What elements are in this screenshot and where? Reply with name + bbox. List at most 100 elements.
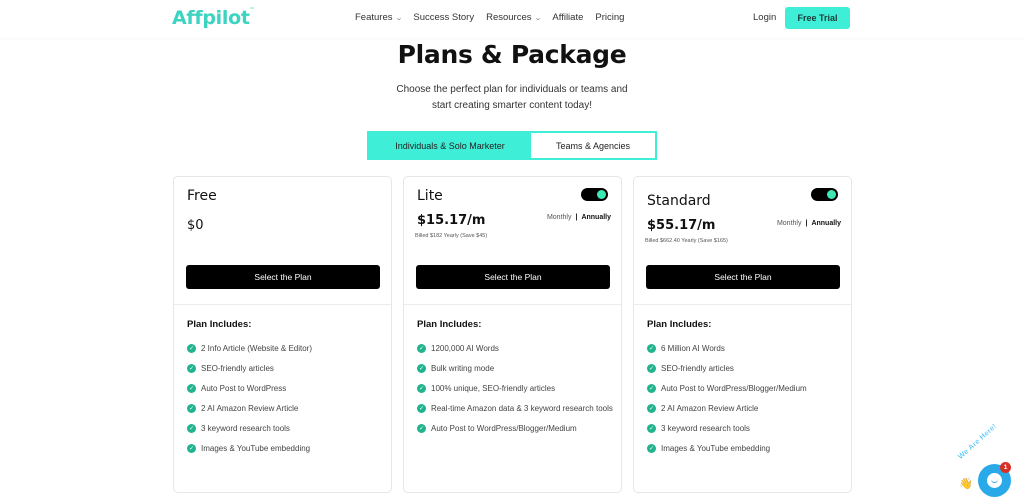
nav-item-features[interactable]: Features ⌄ [355, 12, 403, 23]
check-circle-icon: ✓ [187, 424, 196, 433]
period-separator: | [575, 214, 578, 221]
feature-item: ✓ Auto Post to WordPress [187, 382, 387, 395]
check-circle-icon: ✓ [187, 344, 196, 353]
feature-text: 100% unique, SEO-friendly articles [431, 384, 556, 393]
chevron-down-icon: ⌄ [394, 14, 403, 22]
billing-period: Monthly | Annually [777, 220, 841, 227]
nav-label: Pricing [595, 12, 625, 23]
plan-name: Free [187, 188, 217, 204]
plan-includes-title: Plan Includes: [187, 319, 252, 330]
trademark-mark: ™ [249, 7, 255, 13]
billing-toggle[interactable] [811, 188, 838, 201]
feature-item: ✓ SEO-friendly articles [187, 362, 387, 375]
check-circle-icon: ✓ [647, 404, 656, 413]
plan-price: $15.17/m [417, 213, 486, 228]
subtitle-line: start creating smarter content today! [431, 100, 593, 111]
period-annually[interactable]: Annually [811, 220, 841, 227]
feature-text: Auto Post to WordPress/Blogger/Medium [431, 424, 577, 433]
tab-teams[interactable]: Teams & Agencies [531, 133, 655, 158]
feature-text: 2 AI Amazon Review Article [201, 404, 299, 413]
feature-item: ✓ 2 AI Amazon Review Article [187, 402, 387, 415]
select-plan-button[interactable]: Select the Plan [646, 265, 840, 289]
nav-item-affiliate[interactable]: Affiliate [552, 12, 583, 23]
feature-item: ✓ Real-time Amazon data & 3 keyword resea… [417, 402, 617, 415]
plan-card-free: Free $0 Select the Plan Plan Includes: ✓… [173, 176, 392, 493]
chat-bubble-icon [987, 473, 1002, 488]
toggle-knob [597, 190, 606, 199]
select-plan-button[interactable]: Select the Plan [416, 265, 610, 289]
feature-text: Auto Post to WordPress/Blogger/Medium [661, 384, 807, 393]
plan-price: $55.17/m [647, 218, 716, 233]
free-trial-button[interactable]: Free Trial [785, 7, 850, 29]
feature-text: SEO-friendly articles [661, 364, 734, 373]
feature-item: ✓ 3 keyword research tools [647, 422, 847, 435]
select-plan-button[interactable]: Select the Plan [186, 265, 380, 289]
plan-card-standard: Standard $55.17/m Monthly | Annually Bil… [633, 176, 852, 493]
feature-text: 3 keyword research tools [201, 424, 290, 433]
nav-item-pricing[interactable]: Pricing [595, 12, 624, 23]
check-circle-icon: ✓ [417, 344, 426, 353]
toggle-knob [827, 190, 836, 199]
billing-note: Billed $182 Yearly (Save $45) [415, 233, 488, 239]
feature-text: 3 keyword research tools [661, 424, 750, 433]
nav-label: Success Story [413, 12, 475, 23]
feature-item: ✓ 3 keyword research tools [187, 422, 387, 435]
plan-includes-title: Plan Includes: [647, 319, 712, 330]
feature-item: ✓ SEO-friendly articles [647, 362, 847, 375]
period-monthly[interactable]: Monthly [547, 214, 572, 221]
check-circle-icon: ✓ [417, 384, 426, 393]
feature-item: ✓ 6 Million AI Words [647, 342, 847, 355]
feature-item: ✓ Images & YouTube embedding [187, 442, 387, 455]
chat-notification-badge: 1 [1000, 462, 1011, 473]
feature-item: ✓ 100% unique, SEO-friendly articles [417, 382, 617, 395]
check-circle-icon: ✓ [187, 444, 196, 453]
check-circle-icon: ✓ [187, 364, 196, 373]
chat-widget: We Are Here! 👋 1 [956, 421, 1024, 504]
feature-text: Auto Post to WordPress [201, 384, 287, 393]
period-separator: | [805, 220, 808, 227]
feature-list: ✓ 2 Info Article (Website & Editor) ✓ SEO-… [187, 342, 387, 462]
feature-text: Bulk writing mode [431, 364, 495, 373]
feature-item: ✓ Bulk writing mode [417, 362, 617, 375]
login-link[interactable]: Login [753, 12, 776, 23]
site-header: Affpilot™ Features ⌄ Success Story Resou… [0, 0, 1024, 38]
plan-card-header: Free $0 Select the Plan [174, 177, 391, 305]
waving-hand-icon: 👋 [959, 478, 973, 490]
plan-card-header: Standard $55.17/m Monthly | Annually Bil… [634, 177, 851, 305]
feature-item: ✓ Auto Post to WordPress/Blogger/Medium [647, 382, 847, 395]
feature-text: Images & YouTube embedding [661, 444, 771, 453]
period-annually[interactable]: Annually [581, 214, 611, 221]
nav-item-resources[interactable]: Resources ⌄ [486, 12, 542, 23]
check-circle-icon: ✓ [187, 404, 196, 413]
feature-text: Real-time Amazon data & 3 keyword resear… [431, 404, 613, 413]
nav-item-success-story[interactable]: Success Story [413, 12, 474, 23]
feature-text: 6 Million AI Words [661, 344, 725, 353]
feature-item: ✓ Images & YouTube embedding [647, 442, 847, 455]
feature-text: Images & YouTube embedding [201, 444, 311, 453]
chevron-down-icon: ⌄ [533, 14, 542, 22]
billing-period: Monthly | Annually [547, 214, 611, 221]
check-circle-icon: ✓ [647, 444, 656, 453]
page-subtitle: Choose the perfect plan for individuals … [0, 82, 1024, 114]
plan-audience-tabs: Individuals & Solo Marketer Teams & Agen… [367, 131, 657, 160]
logo-text: Affpilot [172, 7, 250, 29]
logo[interactable]: Affpilot™ [172, 7, 255, 29]
feature-item: ✓ Auto Post to WordPress/Blogger/Medium [417, 422, 617, 435]
check-circle-icon: ✓ [417, 364, 426, 373]
feature-text: SEO-friendly articles [201, 364, 274, 373]
feature-item: ✓ 1200,000 AI Words [417, 342, 617, 355]
plan-name: Lite [417, 188, 443, 204]
billing-toggle[interactable] [581, 188, 608, 201]
feature-list: ✓ 6 Million AI Words ✓ SEO-friendly articl… [647, 342, 847, 462]
feature-text: 2 AI Amazon Review Article [661, 404, 759, 413]
check-circle-icon: ✓ [417, 404, 426, 413]
check-circle-icon: ✓ [187, 384, 196, 393]
plan-price: $0 [187, 218, 204, 233]
feature-list: ✓ 1200,000 AI Words ✓ Bulk writing mode ✓ 1… [417, 342, 617, 442]
check-circle-icon: ✓ [417, 424, 426, 433]
tab-individuals[interactable]: Individuals & Solo Marketer [369, 133, 531, 158]
period-monthly[interactable]: Monthly [777, 220, 802, 227]
feature-item: ✓ 2 Info Article (Website & Editor) [187, 342, 387, 355]
check-circle-icon: ✓ [647, 384, 656, 393]
subtitle-line: Choose the perfect plan for individuals … [396, 84, 628, 95]
